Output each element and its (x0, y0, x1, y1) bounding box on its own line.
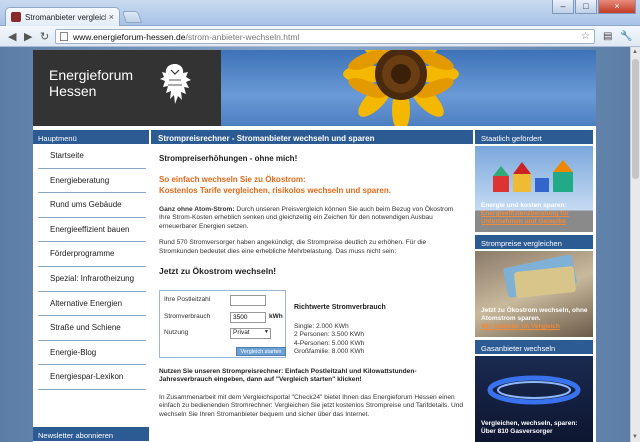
richtwerte-box: Richtwerte Stromverbrauch Single: 2.000 … (294, 304, 386, 358)
url-host: www.energieforum-hessen.de (73, 31, 186, 42)
scrollbar-thumb[interactable] (632, 59, 639, 179)
vertical-scrollbar[interactable]: ▲ ▼ (630, 47, 640, 442)
newsletter-heading[interactable]: Newsletter abonnieren (33, 427, 149, 441)
promo-image-houses[interactable]: Energie und kosten sparen: Energieeffizi… (475, 146, 593, 232)
promo-heading: Gasanbieter wechseln (475, 340, 593, 354)
site-header: Energieforum Hessen (33, 50, 596, 126)
promo-box-strompreise: Strompreise vergleichen Jetzt zu Ökostro… (475, 235, 593, 337)
window-controls: – □ × (552, 0, 636, 14)
intro-paragraph: Ganz ohne Atom-Strom: Durch unseren Prei… (159, 206, 454, 230)
nav-item-startseite[interactable]: Startseite (38, 144, 146, 169)
richtwert-line: Großfamilie: 8.000 KWh (294, 348, 365, 356)
kwh-unit: kWh (269, 313, 283, 321)
plz-input[interactable] (230, 295, 266, 307)
usage-paragraph: Nutzen Sie unseren Strompreisrechner: Ei… (159, 368, 417, 384)
promo-link[interactable]: Energieeffizienzberatung für Unternehmen… (481, 210, 589, 226)
check24-paragraph: In Zusammenarbeit mit dem Vergleichsport… (159, 393, 464, 418)
promo-box-gasanbieter: Gasanbieter wechseln Vergleichen, wechse… (475, 340, 593, 442)
nav-item-strasse-und-schiene[interactable]: Straße und Schiene (38, 316, 146, 341)
nav-item-foerderprogramme[interactable]: Förderprogramme (38, 242, 146, 267)
scroll-up-icon[interactable]: ▲ (632, 49, 638, 55)
right-sidebar: Staatlich gefördert Energie und kosten s… (475, 130, 593, 442)
url-path: /strom-anbieter-wechseln.html (185, 31, 300, 42)
hessen-lion-icon (160, 64, 191, 104)
browser-toolbar: ◀ ▶ ↻ www.energieforum-hessen.de /strom-… (0, 26, 640, 47)
nav-item-rund-ums-gebaeude[interactable]: Rund ums Gebäude (38, 193, 146, 218)
minimize-icon[interactable]: – (552, 0, 574, 14)
richtwert-line: 4-Personen: 5.000 KWh (294, 339, 365, 347)
switch-title: Jetzt zu Ökostrom wechseln! (159, 266, 277, 277)
wrench-icon[interactable]: 🔧 (620, 31, 632, 42)
nutzung-label: Nutzung (164, 329, 189, 337)
vergleich-starten-button[interactable]: Vergleich starten (236, 347, 286, 357)
price-calculator-form: Ihre Postleitzahl Stromverbrauch kWh Nut… (159, 290, 286, 359)
plz-label: Ihre Postleitzahl (164, 296, 211, 304)
promo-box-foerderung: Staatlich gefördert Energie und kosten s… (475, 130, 593, 232)
promo-link[interactable]: 900 Anbieter im Vergleich (481, 323, 589, 331)
nav-item-energiespar-lexikon[interactable]: Energiespar-Lexikon (38, 365, 146, 390)
page-icon (60, 32, 68, 41)
back-icon[interactable]: ◀ (8, 30, 16, 43)
nav-item-energieberatung[interactable]: Energieberatung (38, 169, 146, 194)
scroll-down-icon[interactable]: ▼ (632, 434, 638, 440)
nav-item-energieeffizient-bauen[interactable]: Energieeffizient bauen (38, 218, 146, 243)
favicon-icon (11, 12, 21, 22)
browser-titlebar: Stromanbieter vergleichen... × – □ × (0, 0, 640, 26)
nav-item-alternative-energien[interactable]: Alternative Energien (38, 292, 146, 317)
highlight-title: So einfach wechseln Sie zu Ökostrom: Kos… (159, 175, 391, 195)
close-tab-icon[interactable]: × (109, 12, 114, 22)
left-navigation: Hauptmenü Startseite Energieberatung Run… (33, 130, 149, 442)
page-menu-icon[interactable]: ▤ (603, 31, 612, 42)
main-content: Strompreisrechner - Stromanbieter wechse… (151, 130, 473, 442)
price-paragraph: Rund 570 Stromversorger haben angekündig… (159, 239, 427, 255)
site-container: Energieforum Hessen Hauptmenü Startseite… (33, 50, 596, 442)
chevron-down-icon: ▼ (264, 329, 269, 336)
tab-title: Stromanbieter vergleichen... (25, 12, 106, 22)
new-tab-button[interactable] (121, 11, 143, 23)
main-menu-heading: Hauptmenü (33, 130, 149, 144)
nav-item-energie-blog[interactable]: Energie-Blog (38, 341, 146, 366)
promo-heading: Staatlich gefördert (475, 130, 593, 144)
richtwert-line: Single: 2.000 KWh (294, 323, 349, 331)
section-title: Strompreiserhöhungen - ohne mich! (159, 154, 298, 163)
bookmark-star-icon[interactable]: ☆ (581, 31, 590, 42)
page-viewport: Energieforum Hessen Hauptmenü Startseite… (0, 47, 630, 442)
main-menu-list: Startseite Energieberatung Rund ums Gebä… (33, 144, 149, 390)
richtwert-line: 2 Personen: 3.500 KWh (294, 331, 365, 339)
nutzung-select[interactable]: Privat ▼ (230, 328, 271, 340)
verbrauch-input[interactable] (230, 312, 266, 324)
address-bar[interactable]: www.energieforum-hessen.de /strom-anbiet… (55, 29, 595, 44)
promo-image-gas-flame[interactable]: Vergleichen, wechseln, sparen: Über 810 … (475, 356, 593, 442)
richtwerte-title: Richtwerte Stromverbrauch (294, 304, 386, 312)
site-logo-text[interactable]: Energieforum Hessen (49, 67, 133, 99)
maximize-icon[interactable]: □ (575, 0, 597, 14)
nav-item-infrarotheizung[interactable]: Spezial: Infrarotheizung (38, 267, 146, 292)
forward-icon[interactable]: ▶ (24, 30, 32, 43)
verbrauch-label: Stromverbrauch (164, 313, 211, 321)
promo-heading: Strompreise vergleichen (475, 235, 593, 249)
close-window-icon[interactable]: × (598, 0, 636, 14)
browser-tab[interactable]: Stromanbieter vergleichen... × (5, 7, 120, 26)
main-heading: Strompreisrechner - Stromanbieter wechse… (151, 130, 473, 144)
header-sunflower-image (221, 50, 596, 126)
reload-icon[interactable]: ↻ (40, 30, 49, 43)
promo-image-money[interactable]: Jetzt zu Ökostrom wechseln, ohne Atomstr… (475, 251, 593, 337)
